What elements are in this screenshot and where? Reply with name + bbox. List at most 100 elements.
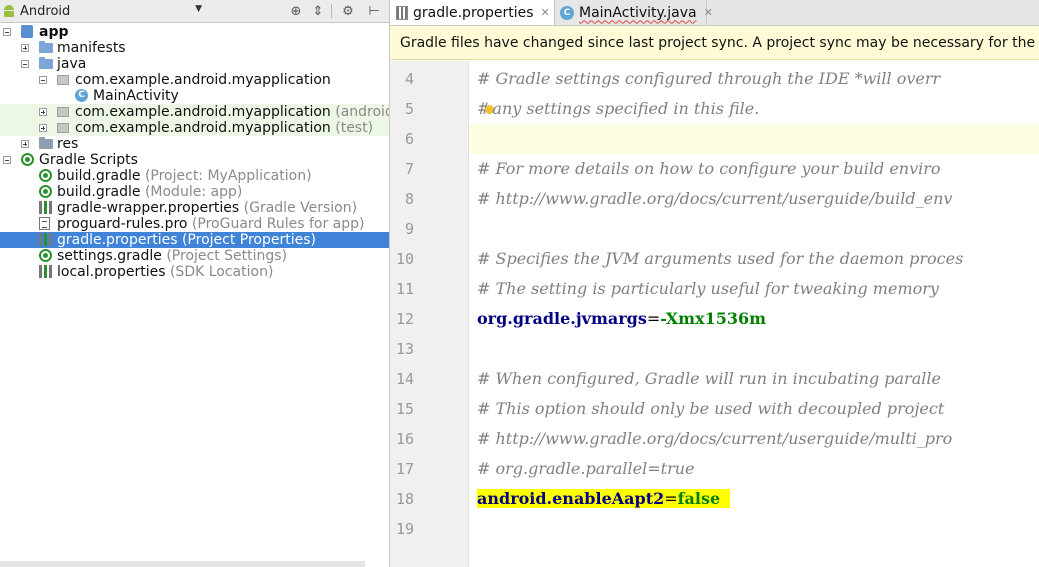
code-line[interactable]: # http://www.gradle.org/docs/current/use… bbox=[469, 184, 1039, 214]
tree-item-text: local.properties (SDK Location) bbox=[57, 264, 273, 280]
line-number: 16 bbox=[395, 430, 414, 448]
android-icon bbox=[2, 4, 16, 18]
code-line[interactable]: # http://www.gradle.org/docs/current/use… bbox=[469, 424, 1039, 454]
properties-file-icon bbox=[396, 5, 408, 20]
res-folder-icon bbox=[39, 137, 53, 149]
tree-item-label: build.gradle bbox=[57, 184, 141, 200]
proguard-file-icon bbox=[39, 217, 50, 230]
code-line[interactable]: # This option should only be used with d… bbox=[469, 394, 1039, 424]
code-text: # The setting is particularly useful for… bbox=[477, 279, 939, 298]
tree-item[interactable]: com.example.android.myapplication (andro… bbox=[0, 104, 389, 120]
code-line[interactable] bbox=[469, 334, 1039, 364]
code-token: # When configured, Gradle will run in in… bbox=[477, 369, 941, 388]
collapse-icon[interactable]: ⇕ bbox=[310, 3, 326, 19]
collapse-node-icon[interactable] bbox=[3, 156, 11, 164]
gradle-sync-banner: Gradle files have changed since last pro… bbox=[390, 26, 1039, 60]
tree-item[interactable]: build.gradle (Module: app) bbox=[0, 184, 389, 200]
tab-label: MainActivity.java bbox=[579, 4, 697, 21]
code-text: # For more details on how to configure y… bbox=[477, 159, 941, 178]
tree-item[interactable]: settings.gradle (Project Settings) bbox=[0, 248, 389, 264]
close-icon[interactable]: ✕ bbox=[704, 6, 713, 19]
close-icon[interactable]: ✕ bbox=[541, 6, 550, 19]
expand-icon[interactable] bbox=[39, 108, 47, 116]
expand-icon[interactable] bbox=[21, 140, 29, 148]
hide-icon[interactable]: ⊢ bbox=[366, 3, 382, 19]
code-line[interactable]: # any settings specified in this file. bbox=[469, 94, 1039, 124]
tree-item-text: app bbox=[39, 24, 69, 40]
code-token: false bbox=[677, 489, 721, 508]
code-text: # org.gradle.parallel=true bbox=[477, 459, 695, 478]
project-view-selector[interactable]: Android ▼ bbox=[2, 2, 202, 20]
sync-target-icon[interactable]: ⊕ bbox=[288, 3, 304, 19]
code-line[interactable]: # Specifies the JVM arguments used for t… bbox=[469, 244, 1039, 274]
tree-item-label: local.properties bbox=[57, 264, 166, 280]
code-line[interactable]: # The setting is particularly useful for… bbox=[469, 274, 1039, 304]
code-line[interactable]: # When configured, Gradle will run in in… bbox=[469, 364, 1039, 394]
editor-tab[interactable]: C MainActivity.java ✕ bbox=[554, 0, 713, 25]
tree-item[interactable]: com.example.android.myapplication bbox=[0, 72, 389, 88]
collapse-node-icon[interactable] bbox=[3, 28, 11, 36]
line-number: 11 bbox=[395, 280, 414, 298]
tree-item[interactable]: com.example.android.myapplication (test) bbox=[0, 120, 389, 136]
line-number: 12 bbox=[395, 310, 414, 328]
tree-item[interactable]: proguard-rules.pro (ProGuard Rules for a… bbox=[0, 216, 389, 232]
line-number: 8 bbox=[404, 190, 414, 208]
code-text: # When configured, Gradle will run in in… bbox=[477, 369, 941, 388]
expand-icon[interactable] bbox=[39, 124, 47, 132]
class-icon: C bbox=[75, 89, 88, 102]
tree-item[interactable]: C MainActivity bbox=[0, 88, 389, 104]
line-number-gutter: 4 5 6 7 8 9 10 11 12 13 14 15 16 17 18 19 bbox=[390, 61, 469, 567]
tree-item-hint: (SDK Location) bbox=[165, 264, 274, 280]
tree-item-text: Gradle Scripts bbox=[39, 152, 138, 168]
tree-item[interactable]: java bbox=[0, 56, 389, 72]
tree-item-hint: (Gradle Version) bbox=[239, 200, 358, 216]
package-icon bbox=[57, 75, 69, 85]
tree-item[interactable]: local.properties (SDK Location) bbox=[0, 264, 389, 280]
tree-item[interactable]: gradle-wrapper.properties (Gradle Versio… bbox=[0, 200, 389, 216]
tree-item-hint: (Project Properties) bbox=[177, 232, 316, 248]
tree-item-label: com.example.android.myapplication bbox=[75, 104, 331, 120]
collapse-node-icon[interactable] bbox=[39, 76, 47, 84]
tree-item-hint: (ProGuard Rules for app) bbox=[187, 216, 365, 232]
tree-item-text: build.gradle (Project: MyApplication) bbox=[57, 168, 312, 184]
code-line[interactable]: org.gradle.jvmargs=-Xmx1536m bbox=[469, 304, 1039, 334]
gradle-icon bbox=[39, 185, 52, 198]
collapse-node-icon[interactable] bbox=[21, 60, 29, 68]
package-icon bbox=[57, 123, 69, 133]
tree-item-hint: (androidT bbox=[335, 104, 389, 120]
tree-item-label: proguard-rules.pro bbox=[57, 216, 188, 232]
code-line[interactable] bbox=[469, 214, 1039, 244]
tree-item-label: res bbox=[57, 136, 79, 152]
tree-item[interactable]: manifests bbox=[0, 40, 389, 56]
tree-item-label: build.gradle bbox=[57, 168, 141, 184]
code-line[interactable] bbox=[469, 124, 1039, 154]
code-token: # Gradle settings configured through the… bbox=[477, 69, 941, 88]
code-token: # org.gradle.parallel=true bbox=[477, 459, 695, 478]
code-token: # This option should only be used with d… bbox=[477, 399, 945, 418]
code-text: # http://www.gradle.org/docs/current/use… bbox=[477, 429, 952, 448]
tree-item-text: com.example.android.myapplication (andro… bbox=[75, 104, 389, 120]
code-token: # For more details on how to configure y… bbox=[477, 159, 941, 178]
code-line[interactable] bbox=[469, 514, 1039, 544]
code-line[interactable]: # For more details on how to configure y… bbox=[469, 154, 1039, 184]
code-token: = bbox=[646, 309, 661, 328]
tree-item-hint: (Module: app) bbox=[140, 184, 243, 200]
settings-icon[interactable]: ⚙ bbox=[340, 3, 356, 19]
code-line[interactable]: android.enableAapt2=false bbox=[469, 484, 1039, 514]
tree-item[interactable]: gradle.properties (Project Properties) bbox=[0, 232, 389, 248]
tree-item[interactable]: app bbox=[0, 24, 389, 40]
tree-item[interactable]: build.gradle (Project: MyApplication) bbox=[0, 168, 389, 184]
expand-icon[interactable] bbox=[21, 44, 29, 52]
code-line[interactable]: # Gradle settings configured through the… bbox=[469, 64, 1039, 94]
tree-item-hint: (Project Settings) bbox=[161, 248, 288, 264]
line-number: 10 bbox=[395, 250, 414, 268]
tree-item-text: proguard-rules.pro (ProGuard Rules for a… bbox=[57, 216, 364, 232]
horizontal-scrollbar[interactable] bbox=[0, 561, 365, 567]
tree-item[interactable]: Gradle Scripts bbox=[0, 152, 389, 168]
code-line[interactable]: # org.gradle.parallel=true bbox=[469, 454, 1039, 484]
code-editor[interactable]: # Gradle settings configured through the… bbox=[469, 61, 1039, 567]
code-token: = bbox=[664, 489, 678, 508]
tree-item[interactable]: res bbox=[0, 136, 389, 152]
folder-icon bbox=[39, 41, 53, 53]
editor-tab[interactable]: gradle.properties ✕ bbox=[390, 0, 555, 25]
